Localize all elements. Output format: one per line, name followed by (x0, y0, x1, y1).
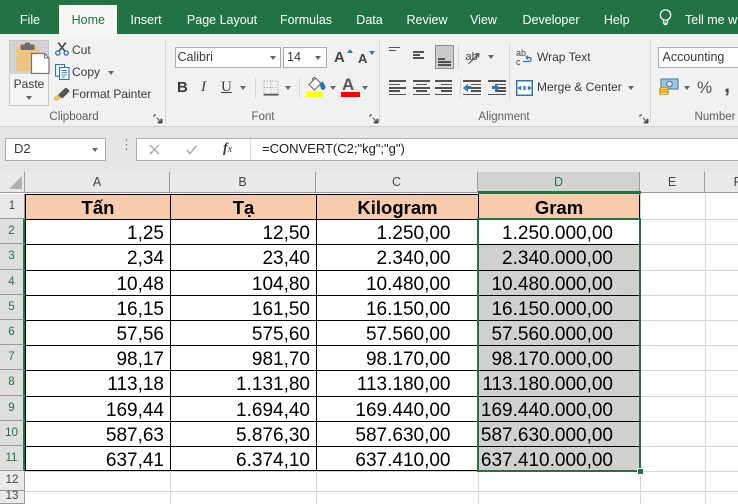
svg-text:c: c (516, 57, 521, 66)
